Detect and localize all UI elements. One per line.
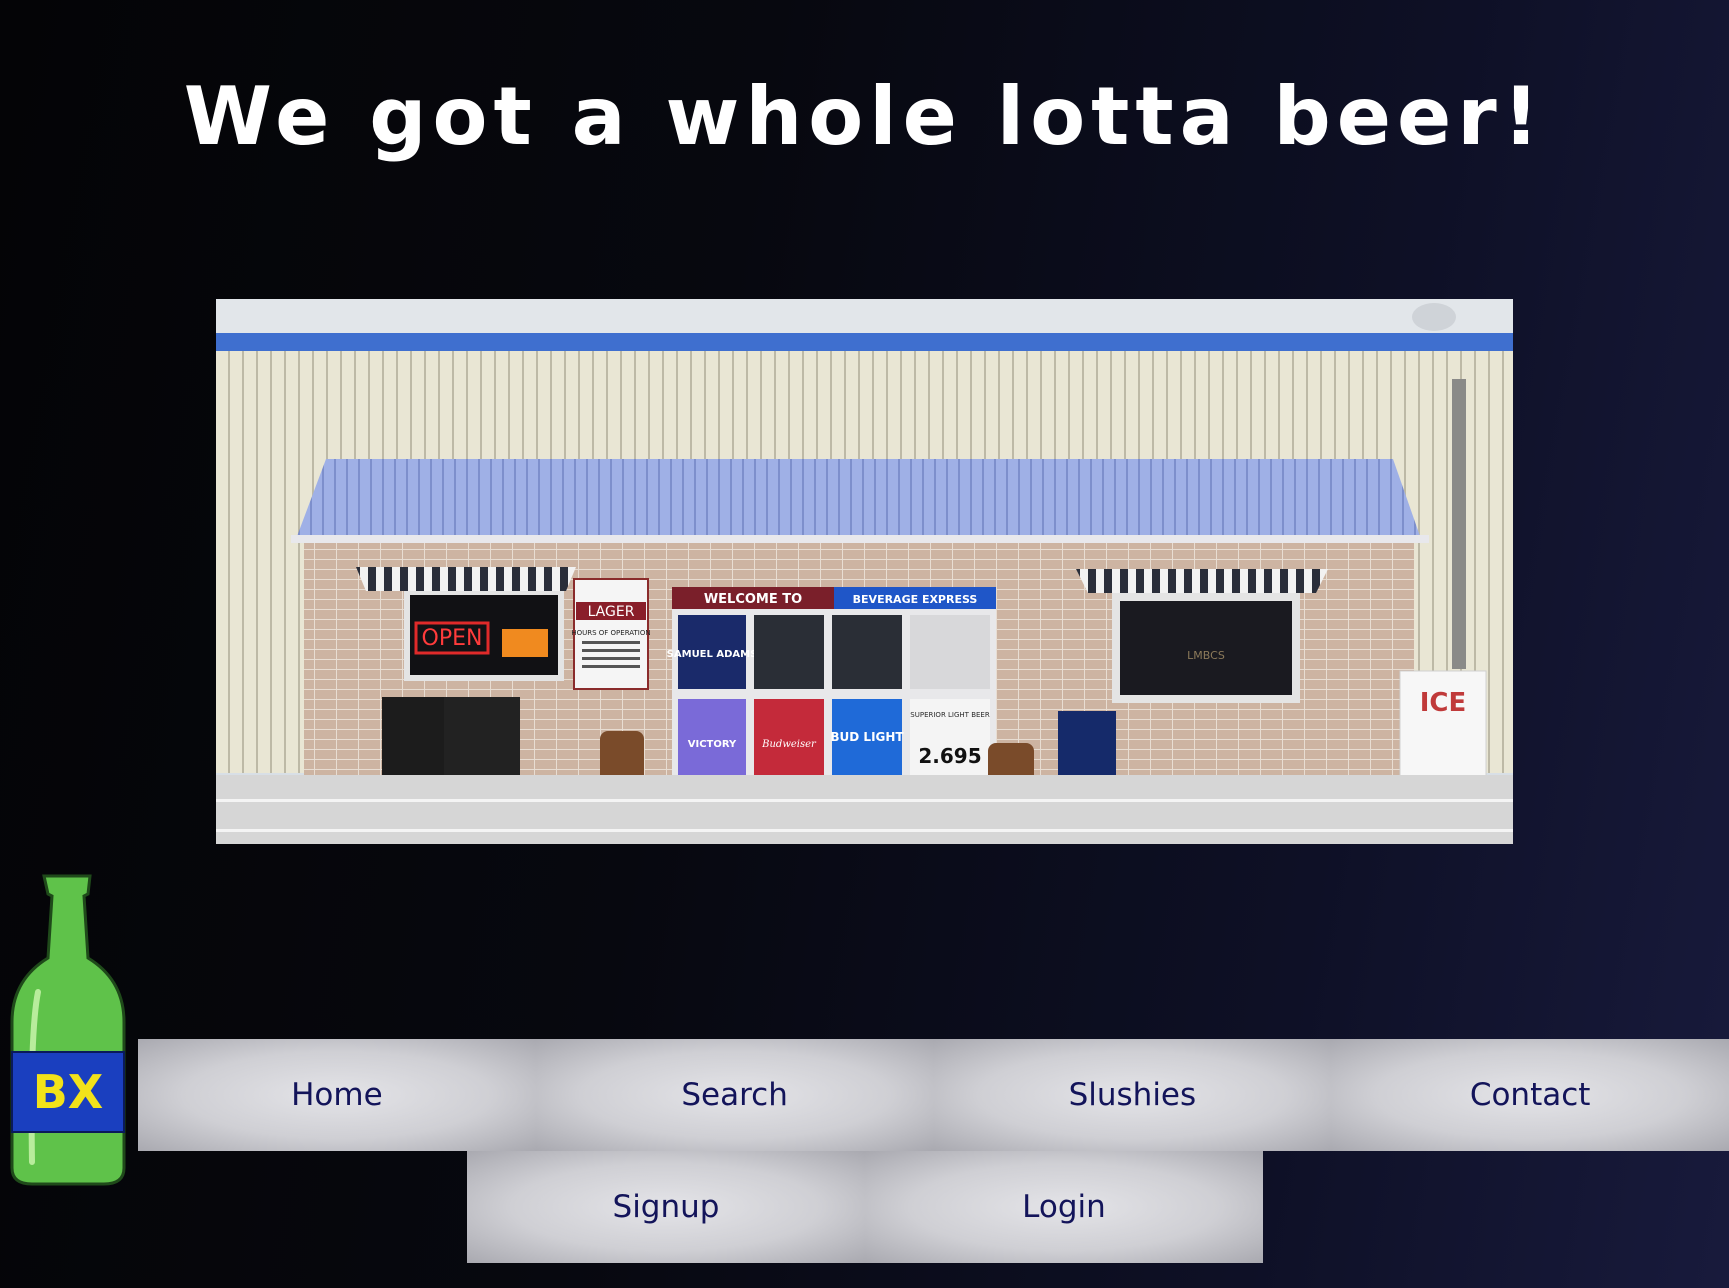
- bud-light-sign: BUD LIGHT: [830, 730, 904, 744]
- main-nav: Home Search Slushies Contact: [138, 1039, 1729, 1151]
- superior-sign: SUPERIOR LIGHT BEER: [910, 711, 990, 719]
- storefront-photo: OPEN LAGER HOURS OF OPERATION WELCOME TO…: [216, 299, 1513, 844]
- ice-sign: ICE: [1420, 688, 1467, 718]
- lmbcs-sign: LMBCS: [1187, 649, 1225, 662]
- sam-adams-sign: SAMUEL ADAMS: [667, 649, 758, 660]
- lager-sign: LAGER: [588, 604, 635, 620]
- logo-text: BX: [33, 1065, 104, 1119]
- nav-slushies-link[interactable]: Slushies: [933, 1039, 1332, 1151]
- account-nav: Signup Login: [467, 1151, 1263, 1263]
- page-headline: We got a whole lotta beer!: [183, 70, 1546, 163]
- nav-login-link[interactable]: Login: [865, 1151, 1263, 1263]
- nav-search-link[interactable]: Search: [535, 1039, 934, 1151]
- budweiser-sign: Budweiser: [761, 739, 817, 750]
- bx-bottle-logo[interactable]: BX: [8, 872, 128, 1192]
- price-sign: 2.695: [918, 744, 981, 768]
- nav-contact-link[interactable]: Contact: [1331, 1039, 1729, 1151]
- open-sign: OPEN: [422, 626, 483, 651]
- victory-sign: VICTORY: [688, 739, 737, 750]
- welcome-sign: WELCOME TO: [704, 592, 802, 607]
- hours-sign: HOURS OF OPERATION: [571, 629, 650, 637]
- store-name-sign: BEVERAGE EXPRESS: [853, 593, 978, 606]
- nav-home-link[interactable]: Home: [138, 1039, 536, 1151]
- nav-signup-link[interactable]: Signup: [467, 1151, 865, 1263]
